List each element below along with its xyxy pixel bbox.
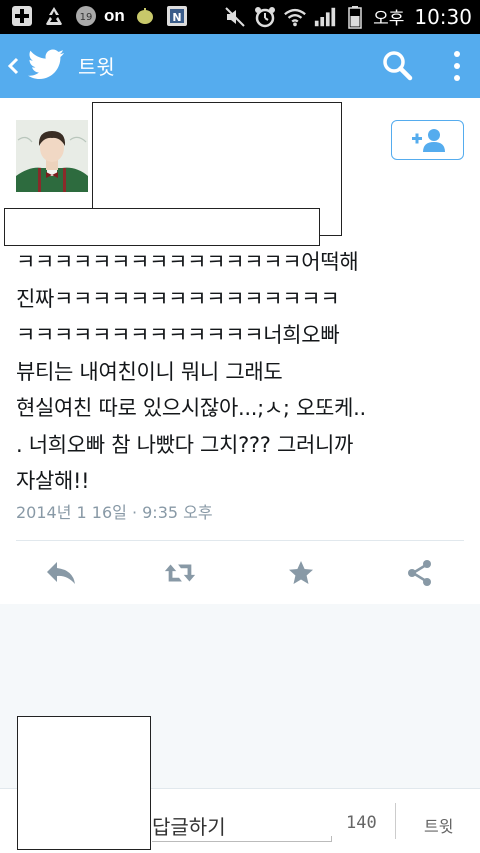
battery-icon	[343, 5, 367, 29]
back-chevron-icon[interactable]	[4, 52, 22, 80]
follow-button[interactable]	[391, 120, 464, 160]
mute-icon	[223, 5, 247, 29]
twitter-bird-icon[interactable]	[28, 48, 66, 82]
add-user-icon	[411, 129, 445, 152]
avatar[interactable]	[16, 120, 88, 192]
search-icon[interactable]	[380, 48, 416, 84]
page-title: 트윗	[78, 55, 115, 79]
n-app-icon: N	[165, 4, 189, 28]
tweet-line: 현실여친 따로 있으시잖아...;ㅅ; 오또케..	[16, 396, 366, 420]
plus-icon	[10, 4, 34, 28]
status-on-label: on	[104, 6, 125, 25]
status-bar-system: 오후 10:30	[223, 4, 472, 29]
retweet-icon[interactable]	[163, 556, 197, 590]
tweet-line: 진짜ㅋㅋㅋㅋㅋㅋㅋㅋㅋㅋㅋㅋㅋㅋㅋ	[16, 286, 340, 311]
app-toolbar: 트윗	[0, 34, 480, 98]
reply-input[interactable]: 답글하기	[152, 811, 226, 840]
reply-separator	[395, 803, 396, 839]
tweet-line: ㅋㅋㅋㅋㅋㅋㅋㅋㅋㅋㅋㅋㅋㅋㅋ어떡해	[16, 250, 359, 274]
tweet-line: ㅋㅋㅋㅋㅋㅋㅋㅋㅋㅋㅋㅋㅋ너희오빠	[16, 323, 340, 347]
divider	[16, 540, 464, 541]
reply-icon[interactable]	[44, 556, 78, 590]
tweet-line: 뷰티는 내여친이니 뭐니 그래도	[16, 359, 283, 384]
character-count: 140	[346, 813, 377, 833]
overflow-menu-icon[interactable]	[446, 48, 468, 84]
alarm-icon	[253, 5, 277, 29]
status-ampm: 오후	[373, 9, 405, 29]
wifi-icon	[283, 5, 307, 29]
share-icon[interactable]	[403, 556, 437, 590]
svg-text:N: N	[172, 11, 181, 24]
signal-icon	[313, 5, 337, 29]
lemon-icon	[133, 4, 157, 28]
svg-text:19: 19	[80, 12, 93, 23]
notification-badge-icon: 19	[74, 4, 98, 28]
redacted-handle-box	[4, 208, 320, 246]
tweet-line: . 너희오빠 참 나빴다 그치??? 그러니까	[16, 432, 354, 457]
status-time: 10:30	[414, 4, 472, 29]
tweet-timestamp: 2014년 1 16일 · 9:35 오후	[16, 503, 213, 522]
favorite-icon[interactable]	[284, 556, 318, 590]
redacted-reply-avatar-box	[17, 716, 151, 850]
tweet-send-button[interactable]: 트윗	[424, 813, 453, 837]
status-bar-notifications: 19 on N	[10, 4, 189, 28]
reply-input-underline	[152, 836, 332, 842]
recycle-icon	[42, 4, 66, 28]
status-bar: 19 on N 오후 10:30	[0, 0, 480, 34]
tweet-line: 자살해!!	[16, 469, 90, 493]
tweet-text: ㅋㅋㅋㅋㅋㅋㅋㅋㅋㅋㅋㅋㅋㅋㅋ어떡해 진짜ㅋㅋㅋㅋㅋㅋㅋㅋㅋㅋㅋㅋㅋㅋㅋ ㅋㅋㅋ…	[16, 244, 466, 500]
